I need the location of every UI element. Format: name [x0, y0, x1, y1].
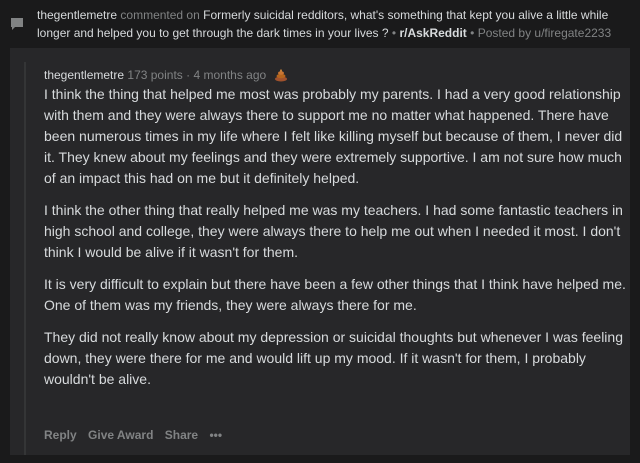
comment-actions: Reply Give Award Share •••	[44, 428, 230, 442]
meta-separator: ·	[186, 68, 191, 82]
reply-button[interactable]: Reply	[44, 428, 77, 442]
give-award-button[interactable]: Give Award	[88, 428, 153, 442]
posted-by-label[interactable]: Posted by u/firegate2233	[478, 26, 611, 40]
comment-body: I think the thing that helped me most wa…	[44, 84, 628, 401]
comment-paragraph: I think the thing that helped me most wa…	[44, 86, 623, 186]
more-options-button[interactable]: •••	[209, 428, 222, 442]
comment-points: 173 points	[127, 68, 183, 82]
commenter-link[interactable]: thegentlemetre	[37, 8, 117, 22]
share-button[interactable]: Share	[165, 428, 198, 442]
page: thegentlemetre commented on Formerly sui…	[0, 0, 640, 463]
award-icon[interactable]	[274, 68, 288, 82]
subreddit-link[interactable]: r/AskReddit	[399, 26, 466, 40]
comment-meta: thegentlemetre 173 points · 4 months ago	[44, 66, 288, 84]
post-context: thegentlemetre commented on Formerly sui…	[37, 6, 632, 42]
comment-icon	[11, 18, 23, 30]
bottom-gap	[0, 455, 640, 463]
comment-author-link[interactable]: thegentlemetre	[44, 68, 124, 82]
comment-age[interactable]: 4 months ago	[193, 68, 266, 82]
comment-header: thegentlemetre commented on Formerly sui…	[0, 0, 640, 48]
comment-paragraph: I think the other thing that really help…	[44, 202, 623, 260]
separator-dot: •	[470, 26, 475, 40]
comment-paragraph: They did not really know about my depres…	[44, 329, 623, 387]
thread-line[interactable]	[24, 62, 26, 457]
separator-dot: •	[391, 26, 397, 40]
comment-paragraph: It is very difficult to explain but ther…	[44, 276, 626, 313]
commented-on-label: commented on	[120, 8, 200, 22]
